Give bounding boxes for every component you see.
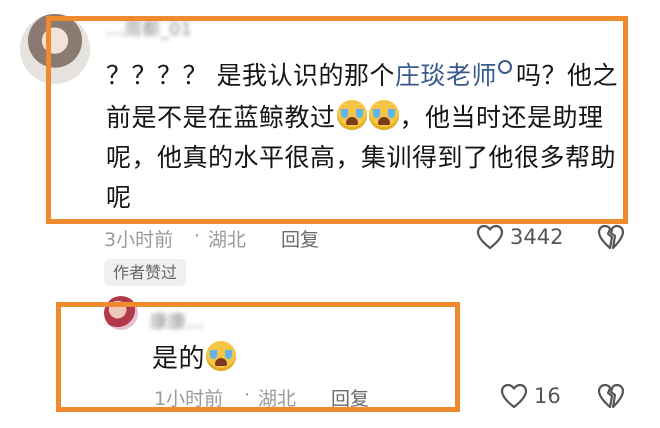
highlight-box — [56, 302, 460, 412]
author-liked-badge: 作者赞过 — [104, 259, 187, 286]
meta-separator: · — [194, 225, 201, 247]
like-count: 16 — [534, 384, 561, 408]
dislike-icon[interactable] — [597, 383, 625, 409]
like-count: 3442 — [510, 225, 564, 249]
reply-button[interactable]: 回复 — [281, 225, 319, 252]
heart-icon[interactable] — [500, 383, 528, 409]
dislike-icon[interactable] — [597, 224, 625, 250]
heart-icon[interactable] — [476, 224, 504, 250]
highlight-box — [46, 16, 628, 224]
comment-location: 湖北 — [208, 229, 247, 251]
comment-time: 3小时前 — [104, 229, 174, 251]
